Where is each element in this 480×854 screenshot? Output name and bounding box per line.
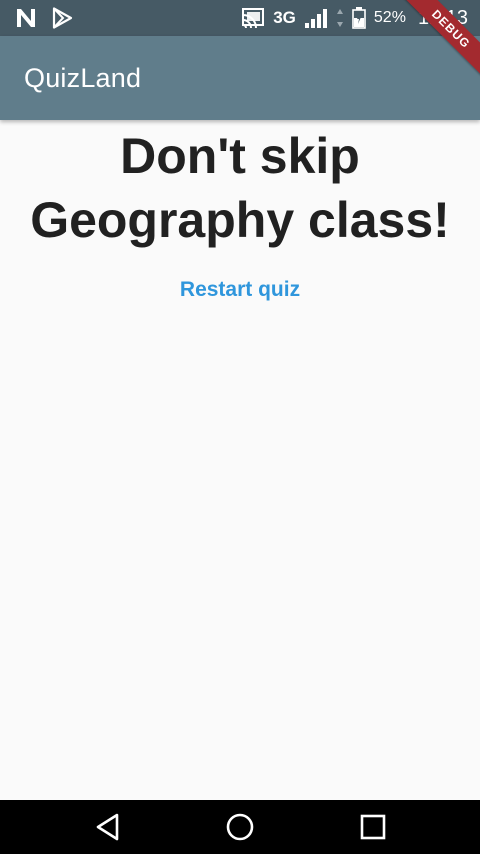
battery-icon [352, 7, 366, 29]
result-message: Don't skip Geography class! [30, 128, 450, 248]
status-bar: 3G 52% [0, 0, 480, 36]
restart-quiz-button[interactable]: Restart quiz [168, 272, 312, 308]
n-logo-icon [14, 6, 38, 30]
app-bar: QuizLand [0, 36, 480, 120]
back-icon[interactable] [92, 811, 124, 843]
battery-percentage: 52% [373, 9, 406, 26]
home-icon[interactable] [224, 811, 256, 843]
play-store-icon [50, 6, 74, 30]
navigation-bar [0, 800, 480, 854]
screen: 3G 52% QuizLand DEBUG Don't skip Geograp… [0, 0, 480, 854]
data-arrows-icon [336, 8, 344, 28]
signal-icon [304, 8, 328, 28]
main-content: Don't skip Geography class! Restart quiz [0, 120, 480, 800]
status-left [14, 6, 74, 30]
app-title: QuizLand [24, 63, 142, 93]
recent-apps-icon[interactable] [357, 811, 389, 843]
cast-icon [241, 7, 265, 29]
network-type: 3G [273, 8, 296, 27]
